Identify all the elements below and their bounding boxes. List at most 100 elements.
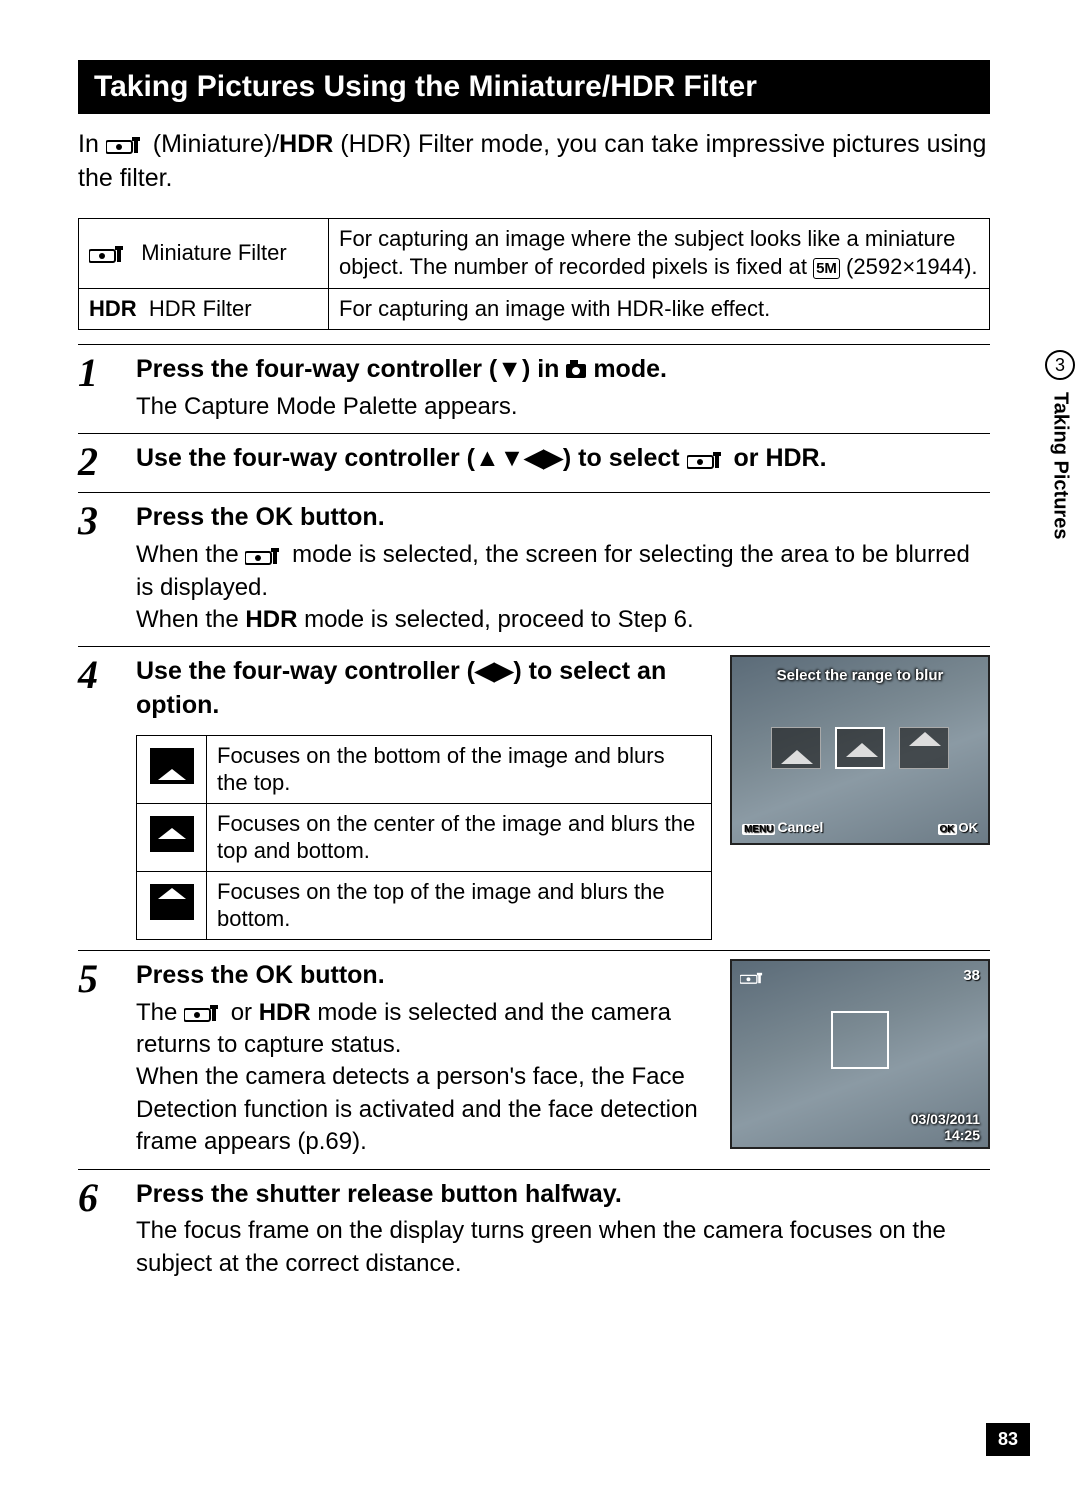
ok-badge: OK [938,824,957,835]
hdr-bold: HDR [765,444,819,472]
table-row: HDR HDR Filter For capturing an image wi… [79,288,990,330]
blur-desc: Focuses on the bottom of the image and b… [207,735,712,803]
side-tab: 3 Taking Pictures [1040,350,1080,539]
ss-date: 03/03/2011 [911,1111,980,1127]
text: button. [293,961,385,989]
camera-icon [566,364,586,378]
ss-mode-icons [740,967,766,988]
manual-page: Taking Pictures Using the Miniature/HDR … [0,0,1080,1330]
step-number: 2 [78,442,114,482]
page-number: 83 [986,1423,1030,1456]
cell-hdr-label: HDR HDR Filter [79,288,329,330]
focus-frame-icon [831,1011,889,1069]
step-text: The focus frame on the display turns gre… [136,1215,990,1280]
step-1: 1 Press the four-way controller (▼) in m… [78,344,990,433]
miniature-icon [184,1003,224,1023]
intro-paragraph: In (Miniature)/HDR (HDR) Filter mode, yo… [78,128,990,196]
miniature-icon [245,546,285,566]
mode-table: Miniature Filter For capturing an image … [78,218,990,331]
table-row: Miniature Filter For capturing an image … [79,218,990,288]
text: . [820,444,827,472]
hdr-bold: HDR [89,296,137,321]
table-row: Focuses on the top of the image and blur… [137,871,712,939]
camera-screenshot-blur-select: Select the range to blur MENUCancel OKOK [730,655,990,845]
text: Press the [136,961,256,989]
table-row: Focuses on the center of the image and b… [137,803,712,871]
blur-desc: Focuses on the center of the image and b… [207,803,712,871]
desc-text: (2592×1944). [846,254,978,279]
screenshot-options [732,727,988,769]
text: Press the [136,503,256,531]
step-text: The or HDR mode is selected and the came… [136,997,712,1159]
ss-count: 38 [963,967,980,984]
step-heading: Press the OK button. [136,959,712,993]
blur-top-icon-cell [137,871,207,939]
step-4: 4 Use the four-way controller (◀▶) to se… [78,646,990,950]
step-heading: Press the four-way controller (▼) in mod… [136,353,990,387]
text: The [136,999,184,1026]
cell-hdr-desc: For capturing an image with HDR-like eff… [329,288,990,330]
step-heading: Press the OK button. [136,501,990,535]
step-heading: Press the shutter release button halfway… [136,1178,990,1212]
text: When the camera detects a person's face,… [136,1063,698,1155]
text: or [733,444,765,472]
text: When the [136,541,245,568]
ok-label: OK [256,503,294,531]
step-text: The Capture Mode Palette appears. [136,391,990,423]
intro-hdr: HDR [279,130,333,158]
ss-time: 14:25 [944,1127,980,1143]
miniature-icon [687,450,727,470]
chapter-label: Taking Pictures [1049,392,1072,539]
blur-bottom-icon-cell [137,735,207,803]
cell-miniature-desc: For capturing an image where the subject… [329,218,990,288]
blur-option-table: Focuses on the bottom of the image and b… [136,735,712,940]
blur-bottom-icon [150,748,194,784]
miniature-filter-label: Miniature Filter [141,240,286,265]
ok-label: OK [256,961,294,989]
text: button. [293,503,385,531]
screenshot-cancel: MENUCancel [742,819,823,835]
step-heading: Use the four-way controller (▲▼◀▶) to se… [136,442,990,476]
ok-label: OK [959,820,979,835]
chapter-number: 3 [1045,350,1075,380]
blur-middle-icon-cell [137,803,207,871]
hdr-bold: HDR [245,606,297,633]
table-row: Focuses on the bottom of the image and b… [137,735,712,803]
ss-option-icon [835,727,885,769]
cancel-label: Cancel [777,819,823,835]
step-3: 3 Press the OK button. When the mode is … [78,492,990,646]
step-6: 6 Press the shutter release button halfw… [78,1169,990,1291]
blur-desc: Focuses on the top of the image and blur… [207,871,712,939]
blur-top-icon [150,884,194,920]
text: Use the four-way controller (▲▼◀▶) to se… [136,444,687,472]
step-number: 5 [78,959,114,1159]
intro-mid: (Miniature)/ [153,130,279,158]
step-2: 2 Use the four-way controller (▲▼◀▶) to … [78,433,990,492]
section-title: Taking Pictures Using the Miniature/HDR … [78,60,990,114]
blur-middle-icon [150,816,194,852]
text: When the [136,606,245,633]
screenshot-ok: OKOK [938,820,979,835]
camera-screenshot-capture: 38 03/03/2011 14:25 [730,959,990,1149]
steps-list: 1 Press the four-way controller (▼) in m… [78,344,990,1290]
step-number: 3 [78,501,114,636]
text: Press the four-way controller (▼) in [136,355,566,383]
screenshot-title: Select the range to blur [777,667,944,684]
ss-option-icon [771,727,821,769]
cell-miniature-label: Miniature Filter [79,218,329,288]
pixel-pill: 5M [813,258,840,280]
intro-prefix: In [78,130,106,158]
step-text: When the mode is selected, the screen fo… [136,539,990,636]
miniature-icon [89,244,129,264]
step-number: 6 [78,1178,114,1281]
ss-option-icon [899,727,949,769]
step-number: 1 [78,353,114,423]
hdr-filter-label: HDR Filter [149,296,252,321]
menu-badge: MENU [742,824,775,835]
step-5: 5 Press the OK button. The or HDR mode i… [78,950,990,1169]
text: mode. [586,355,667,383]
text: mode is selected, proceed to Step 6. [297,606,693,633]
text: or [231,999,259,1026]
step-number: 4 [78,655,114,940]
miniature-icon [106,135,146,155]
